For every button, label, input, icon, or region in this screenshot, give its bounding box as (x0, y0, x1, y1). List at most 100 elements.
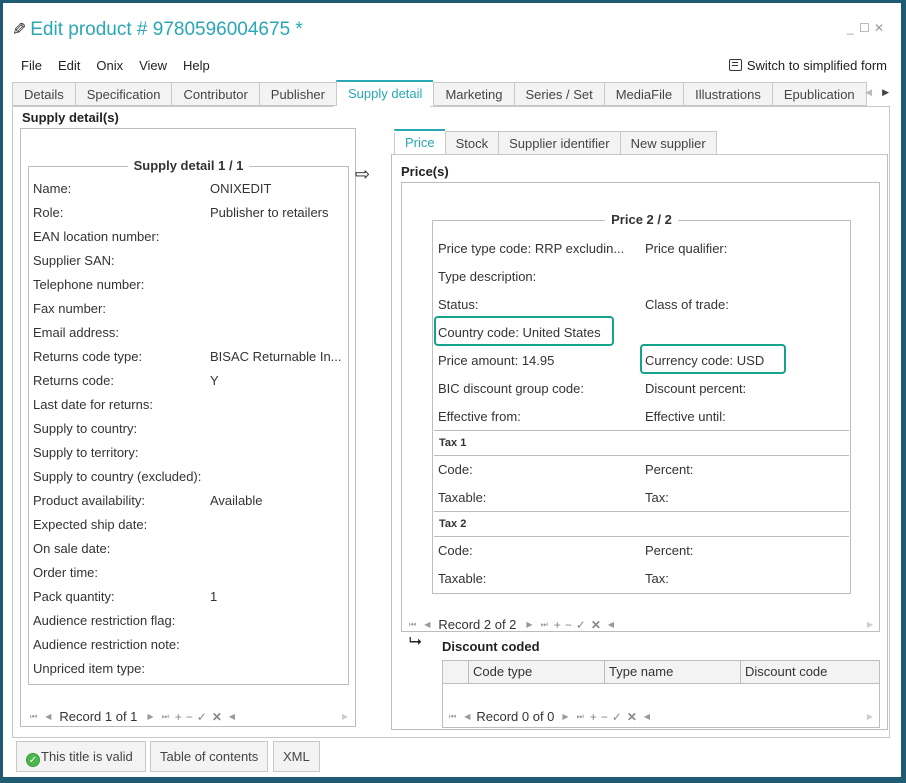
tab-series-set[interactable]: Series / Set (513, 82, 604, 106)
scroll-left-icon[interactable]: ◀ (229, 712, 235, 721)
price-field-right[interactable]: Class of trade: (645, 297, 729, 312)
cancel-record-icon[interactable]: ✕ (212, 710, 222, 724)
validate-button[interactable]: ✓ This title is valid (16, 741, 146, 772)
supply-field-value[interactable]: 1 (210, 589, 217, 604)
supply-field-value[interactable]: Y (210, 373, 219, 388)
tab-scroll-right-icon[interactable]: ▶ (882, 87, 889, 97)
tax-1-code: Code: (438, 462, 473, 477)
discount-coded-heading: Discount coded (442, 639, 540, 654)
tax-2-percent: Percent: (645, 543, 694, 558)
edit-product-window: ✎ Edit product # 9780596004675 * _ ☐ ✕ Fi… (3, 3, 901, 777)
supply-field-label: Supply to territory: (33, 445, 139, 460)
last-record-icon[interactable]: ⏭ (541, 620, 548, 630)
main-tabs: Details Specification Contributor Publis… (12, 80, 867, 106)
close-button[interactable]: ✕ (874, 21, 884, 35)
menu-onix[interactable]: Onix (96, 58, 123, 73)
price-field-left[interactable]: Type description: (438, 269, 536, 284)
tab-specification[interactable]: Specification (74, 82, 172, 106)
supply-field-value[interactable]: Publisher to retailers (210, 205, 329, 220)
first-record-icon[interactable]: ⏮ (30, 712, 37, 722)
minimize-button[interactable]: _ (847, 21, 854, 35)
next-record-icon[interactable]: ▶ (562, 712, 568, 721)
supply-field-label: Supply to country (excluded): (33, 469, 202, 484)
currency-code-highlight (640, 344, 786, 374)
menu-help[interactable]: Help (183, 58, 210, 73)
tab-details[interactable]: Details (12, 82, 75, 106)
scroll-right-icon[interactable]: ▶ (342, 712, 348, 721)
menu-edit[interactable]: Edit (58, 58, 80, 73)
table-of-contents-button[interactable]: Table of contents (150, 741, 269, 772)
add-record-icon[interactable]: + (175, 710, 182, 724)
last-record-icon[interactable]: ⏭ (577, 712, 584, 722)
price-field-left[interactable]: Effective from: (438, 409, 521, 424)
discount-record-nav: ⏮ ◀ Record 0 of 0 ▶ ⏭ + − ✓ ✕ ◀ ▶ (445, 709, 877, 724)
tab-epublication[interactable]: Epublication (771, 82, 867, 106)
tab-marketing[interactable]: Marketing (433, 82, 514, 106)
tab-scroll-left-icon[interactable]: ◀ (865, 87, 872, 97)
supply-field-label: Email address: (33, 325, 119, 340)
supply-field-value[interactable]: ONIXEDIT (210, 181, 271, 196)
switch-simplified-form-link[interactable]: Switch to simplified form (728, 58, 887, 73)
confirm-record-icon[interactable]: ✓ (197, 710, 207, 724)
supply-field-label: Audience restriction flag: (33, 613, 176, 628)
price-field-left[interactable]: Price amount: 14.95 (438, 353, 554, 368)
price-field-left[interactable]: Price type code: RRP excludin... (438, 241, 624, 256)
subtab-new-supplier[interactable]: New supplier (619, 131, 717, 155)
supply-details-box: Supply detail 1 / 1 Name: ONIXEDIT Role: Pu… (20, 128, 356, 727)
add-record-icon[interactable]: + (590, 710, 597, 724)
price-field-left[interactable]: Status: (438, 297, 478, 312)
prices-box: Price 2 / 2 Price type code: RRP excludi… (401, 182, 880, 632)
prev-record-icon[interactable]: ◀ (464, 712, 470, 721)
remove-record-icon[interactable]: − (186, 710, 193, 724)
next-record-icon[interactable]: ▶ (147, 712, 153, 721)
subtab-supplier-identifier[interactable]: Supplier identifier (498, 131, 620, 155)
supply-field-value[interactable]: BISAC Returnable In... (210, 349, 342, 364)
remove-record-icon[interactable]: − (601, 710, 608, 724)
supply-field-label: Returns code type: (33, 349, 143, 364)
supply-field-label: Expected ship date: (33, 517, 148, 532)
supply-field-value[interactable]: Available (210, 493, 263, 508)
tab-mediafile[interactable]: MediaFile (603, 82, 684, 106)
tab-supply-detail[interactable]: Supply detail (335, 80, 434, 106)
confirm-record-icon[interactable]: ✓ (576, 618, 586, 632)
last-record-icon[interactable]: ⏭ (162, 712, 169, 722)
menu-bar: File Edit Onix View Help (21, 58, 226, 73)
add-record-icon[interactable]: + (554, 618, 561, 632)
price-legend: Price 2 / 2 (605, 212, 678, 227)
remove-record-icon[interactable]: − (565, 618, 572, 632)
confirm-record-icon[interactable]: ✓ (612, 710, 622, 724)
next-record-icon[interactable]: ▶ (526, 620, 532, 629)
subtab-stock[interactable]: Stock (444, 131, 499, 155)
col-type-name[interactable]: Type name (604, 661, 740, 683)
supply-field-label: Returns code: (33, 373, 114, 388)
supply-field-label: Fax number: (33, 301, 106, 316)
detail-arrow-icon: ⇨ (355, 164, 371, 184)
scroll-right-icon[interactable]: ▶ (867, 712, 873, 721)
first-record-icon[interactable]: ⏮ (409, 620, 416, 630)
supply-field-label: Name: (33, 181, 72, 196)
price-field-right[interactable]: Price qualifier: (645, 241, 727, 256)
price-field-left[interactable]: BIC discount group code: (438, 381, 584, 396)
prev-record-icon[interactable]: ◀ (45, 712, 51, 721)
tab-illustrations[interactable]: Illustrations (683, 82, 772, 106)
price-field-right[interactable]: Effective until: (645, 409, 726, 424)
price-fieldset: Price 2 / 2 Price type code: RRP excludi… (432, 212, 851, 594)
tab-contributor[interactable]: Contributor (171, 82, 259, 106)
first-record-icon[interactable]: ⏮ (449, 712, 456, 722)
scroll-left-icon[interactable]: ◀ (608, 620, 614, 629)
cancel-record-icon[interactable]: ✕ (627, 710, 637, 724)
col-code-type[interactable]: Code type (468, 661, 604, 683)
scroll-right-icon[interactable]: ▶ (867, 620, 873, 629)
price-field-right[interactable]: Discount percent: (645, 381, 746, 396)
menu-file[interactable]: File (21, 58, 42, 73)
prev-record-icon[interactable]: ◀ (424, 620, 430, 629)
cancel-record-icon[interactable]: ✕ (591, 618, 601, 632)
maximize-button[interactable]: ☐ (859, 21, 870, 35)
col-discount-code[interactable]: Discount code (740, 661, 880, 683)
tab-publisher[interactable]: Publisher (258, 82, 336, 106)
scroll-left-icon[interactable]: ◀ (644, 712, 650, 721)
discount-grid-header: Code type Type name Discount code (443, 661, 879, 684)
menu-view[interactable]: View (139, 58, 167, 73)
xml-button[interactable]: XML (273, 741, 320, 772)
supply-field-label: Supply to country: (33, 421, 138, 436)
